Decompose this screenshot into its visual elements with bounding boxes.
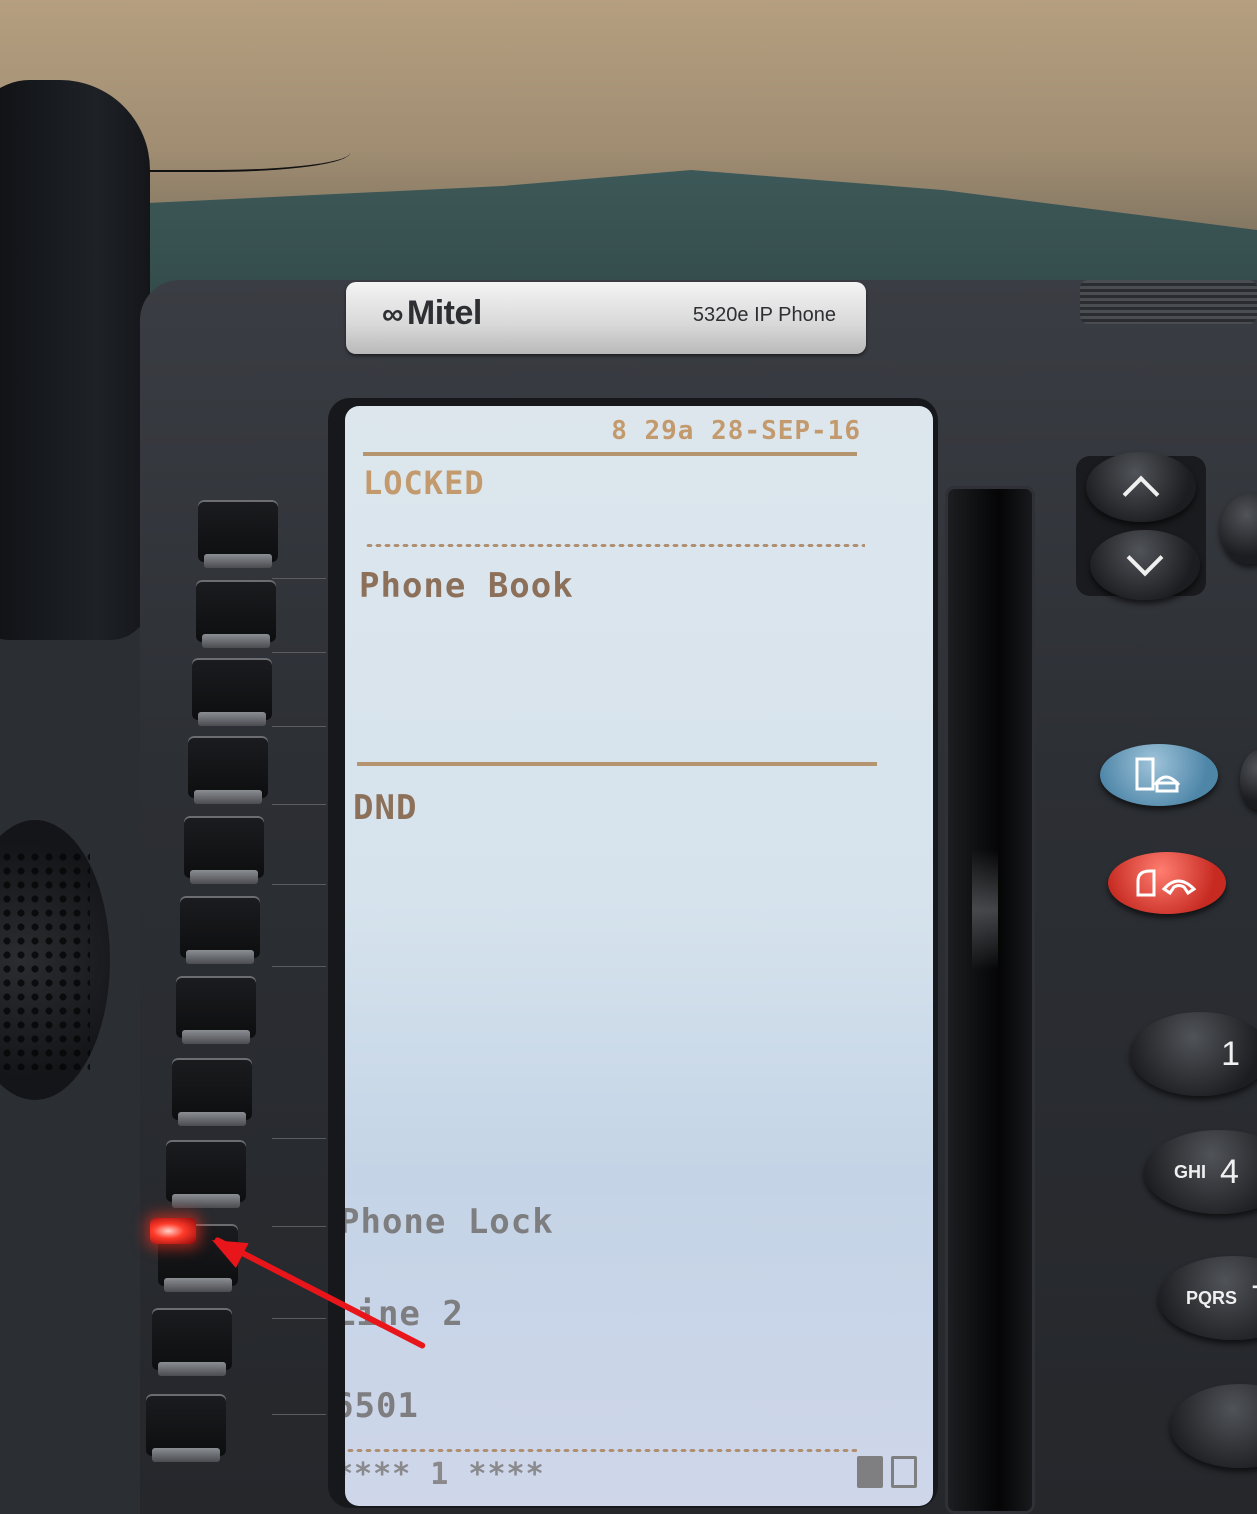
bottom-divider (345, 1448, 857, 1453)
programmable-key-9[interactable] (166, 1140, 246, 1208)
key-divider (272, 884, 326, 885)
programmable-key-6501[interactable] (146, 1394, 226, 1462)
top-grille (1080, 280, 1257, 324)
key-divider (272, 652, 326, 653)
release-button[interactable] (1108, 852, 1226, 914)
release-icon (1136, 869, 1197, 897)
dial-key-digit: 4 (1220, 1152, 1239, 1191)
dial-key-letters: PQRS (1186, 1287, 1238, 1308)
handset[interactable] (0, 80, 150, 640)
softkey-label-dnd: DND (353, 788, 418, 828)
key-divider (272, 1138, 326, 1139)
brand-name: Mitel (406, 294, 482, 332)
key-divider (272, 578, 326, 579)
lcd-screen: 8 29a 28-SEP-16 LOCKED Phone Book DND Ph… (345, 406, 933, 1506)
hold-icon (1135, 757, 1181, 793)
time-date: 8 29a 28-SEP-16 (611, 416, 861, 446)
hold-button[interactable] (1100, 744, 1218, 806)
programmable-key-8[interactable] (172, 1058, 252, 1126)
bottom-status: **** 1 **** (345, 1457, 545, 1492)
key-divider (272, 1318, 326, 1319)
page-indicators (857, 1456, 917, 1488)
key-divider (272, 1226, 326, 1227)
nav-down-button[interactable] (1090, 530, 1200, 600)
section-divider (357, 762, 877, 766)
programmable-key-line-2[interactable] (152, 1308, 232, 1376)
key-divider (272, 804, 326, 805)
programmable-key-5[interactable] (184, 816, 264, 884)
status-divider (365, 543, 865, 548)
mitel-logo-icon: ∞ (382, 298, 403, 331)
programmable-key-7[interactable] (176, 976, 256, 1044)
programmable-keys-right[interactable] (945, 486, 1035, 1514)
page-2-icon (891, 1456, 917, 1488)
brand-plate: ∞ Mitel 5320e IP Phone (346, 282, 866, 354)
programmable-keys-left (140, 500, 326, 1480)
brand-logo: ∞ Mitel (382, 294, 482, 333)
programmable-key-2[interactable] (196, 580, 276, 648)
key-divider (272, 966, 326, 967)
key-divider (272, 726, 326, 727)
lock-status: LOCKED (363, 464, 485, 502)
panel-glare (972, 850, 998, 970)
speaker-grille (0, 850, 90, 1070)
chevron-down-icon (1126, 539, 1164, 577)
page-1-icon (857, 1456, 883, 1488)
programmable-key-1[interactable] (198, 500, 278, 568)
chevron-up-icon (1122, 475, 1160, 513)
softkey-label-phone-lock: Phone Lock (345, 1202, 554, 1242)
dial-key-digit: 7 (1251, 1279, 1257, 1318)
softkey-label-phone-book: Phone Book (359, 566, 574, 606)
dial-key-digit: 1 (1221, 1034, 1240, 1073)
programmable-key-4[interactable] (188, 736, 268, 804)
programmable-key-3[interactable] (192, 658, 272, 726)
dial-key-1[interactable]: 1 (1130, 1012, 1257, 1096)
model-name: 5320e IP Phone (692, 304, 836, 326)
dial-key-letters: GHI (1174, 1161, 1207, 1182)
header-divider (363, 452, 857, 456)
nav-up-button[interactable] (1086, 452, 1196, 522)
phone-lock-led-icon (150, 1218, 196, 1244)
programmable-key-6[interactable] (180, 896, 260, 964)
softkey-label-extension: 6501 (345, 1386, 419, 1426)
key-divider (272, 1414, 326, 1415)
